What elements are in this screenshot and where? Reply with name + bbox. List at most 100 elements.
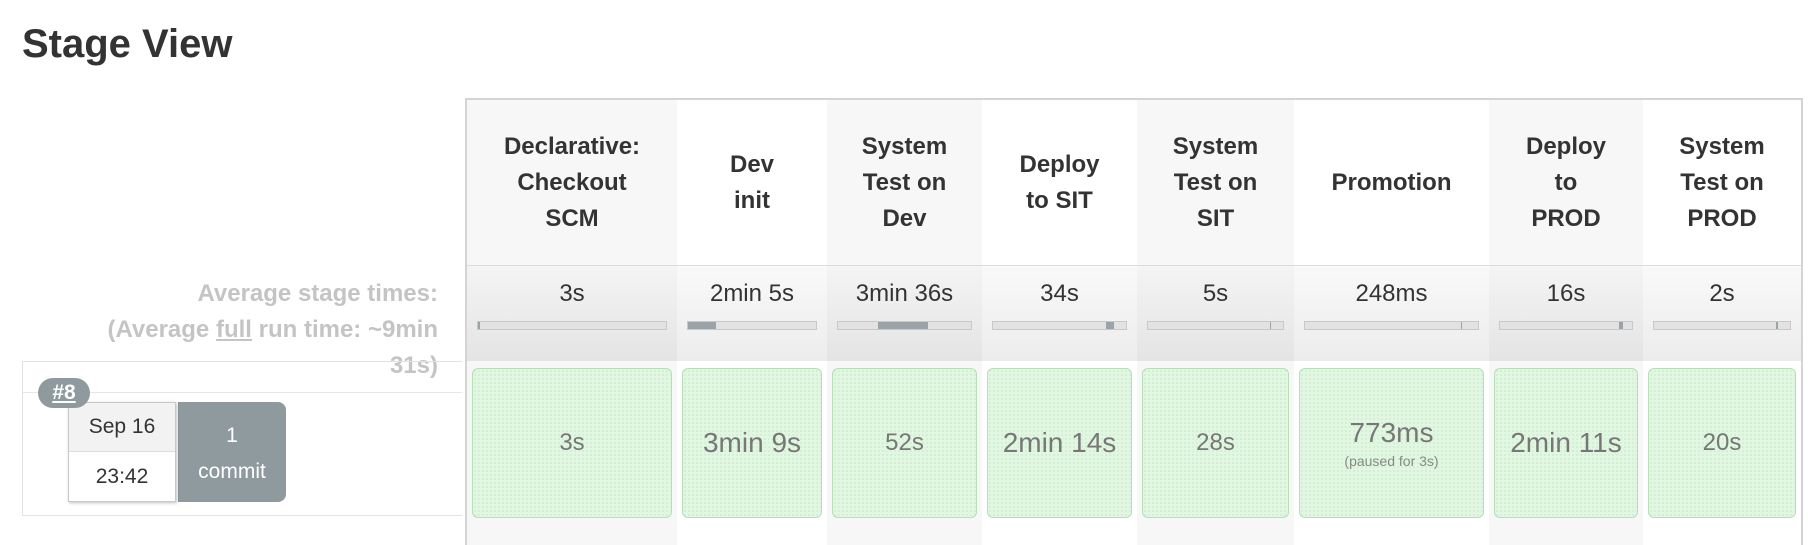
stage-average: 16s [1489,265,1643,361]
stage-name-line: PROD [1687,204,1757,232]
stage-average-progress-bar [1653,321,1791,330]
stage-result-cell[interactable]: 28s [1142,368,1289,518]
stage-name-line: SCM [545,204,599,232]
stage-name-line: Test on [862,168,947,196]
stage-name-line: System [1679,132,1765,160]
stage-view-page: Stage View Average stage times: (Average… [0,0,1814,545]
stage-name-line: System [861,132,948,160]
stage-result-cell[interactable]: 52s [832,368,977,518]
stage-name-line: Declarative: [503,132,641,160]
stage-column: Declarative: Checkout SCM 3s 3s [467,100,677,545]
stage-note: (paused for 3s) [1344,453,1439,469]
stage-result-cell[interactable]: 3s [472,368,672,518]
stage-duration: 3min 9s [702,427,802,458]
run-number-badge[interactable]: #8 [38,378,90,408]
stage-average-progress-fill [1460,322,1463,329]
stage-name-line: Checkout [517,168,627,196]
stage-name-line: to [1554,168,1578,196]
stage-name: System Test on Dev [862,129,947,237]
stage-column: System Test on SIT 5s 28s [1137,100,1294,545]
stage-name-line: Test on [1680,168,1764,196]
commit-count: 1 [226,424,238,447]
stage-name-line: Test on [1173,168,1258,196]
stage-average-progress-bar [992,321,1127,330]
stage-name-line: Dev [729,150,775,178]
stage-column: System Test on Dev 3min 36s 52s [827,100,982,545]
stage-header: Promotion [1294,100,1489,265]
stage-result-cell[interactable]: 2min 11s [1494,368,1638,518]
stage-header: Deploy to SIT [982,100,1137,265]
page-title: Stage View [22,22,233,66]
stage-average: 3min 36s [827,265,982,361]
stage-name-line: Dev [882,204,927,232]
stage-name-line: to SIT [1026,186,1093,214]
commit-count-button[interactable]: 1 commit [178,402,286,502]
stage-header: Declarative: Checkout SCM [467,100,677,265]
stage-duration: 2min 14s [1002,427,1117,458]
stage-column: System Test on PROD 2s 20s [1643,100,1801,545]
stage-average: 2min 5s [677,265,827,361]
stage-name: System Test on PROD [1679,129,1764,237]
stage-header: System Test on Dev [827,100,982,265]
stage-header: System Test on SIT [1137,100,1294,265]
stage-name-line: System [1172,132,1259,160]
full-run-time-link[interactable]: full [216,316,252,343]
stage-average-time: 2s [1709,280,1735,307]
stage-average-progress-fill [1618,322,1623,329]
stage-name-line: Deploy [1019,150,1100,178]
stage-table: Declarative: Checkout SCM 3s 3s Dev init 2min 5… [465,98,1803,545]
stage-result-cell[interactable]: 2min 14s [987,368,1132,518]
stage-average: 248ms [1294,265,1489,361]
stage-average-progress-fill [688,322,717,329]
stage-column: Deploy to SIT 34s 2min 14s [982,100,1137,545]
stage-average-progress-fill [478,322,480,329]
stage-average: 34s [982,265,1137,361]
stage-average-progress-fill [1106,322,1115,329]
stage-header: Deploy to PROD [1489,100,1643,265]
stage-name-line: PROD [1531,204,1601,232]
stage-duration: 52s [885,429,924,456]
stage-result-cell[interactable]: 20s [1648,368,1796,518]
stage-duration: 3s [559,429,585,456]
stage-average-progress-fill [877,322,929,329]
stage-average-time: 34s [1040,280,1079,307]
stage-duration: 20s [1702,429,1742,456]
stage-result-cell[interactable]: 773ms (paused for 3s) [1299,368,1484,518]
stage-name-line: init [734,186,770,214]
run-date-box[interactable]: Sep 16 23:42 [68,402,176,502]
stage-name: Promotion [1332,165,1452,201]
commit-label: commit [198,460,266,483]
avg-line-2: (Average full run time: ~9min [60,312,438,348]
stage-duration: 773ms [1349,417,1434,448]
stage-average-progress-bar [1147,321,1284,330]
avg-line-1: Average stage times: [197,280,438,307]
stage-name-line: Promotion [1331,168,1452,196]
stage-average-time: 5s [1202,280,1229,307]
stage-average-time: 2min 5s [709,280,795,307]
stage-header: System Test on PROD [1643,100,1801,265]
stage-duration: 28s [1196,429,1235,456]
stage-name-line: SIT [1196,204,1235,232]
stage-result-cell[interactable]: 3min 9s [682,368,822,518]
stage-average: 2s [1643,265,1801,361]
stage-column: Dev init 2min 5s 3min 9s [677,100,827,545]
stage-average-time: 3s [559,280,585,307]
stage-average-progress-bar [1304,321,1479,330]
avg-line-2-prefix: (Average [107,316,216,343]
stage-column: Deploy to PROD 16s 2min 11s [1489,100,1643,545]
stage-name: System Test on SIT [1173,129,1258,237]
stage-average-progress-bar [837,321,972,330]
stage-name: Dev init [730,147,774,219]
stage-average-time: 3min 36s [855,280,954,307]
stage-average-progress-bar [477,321,667,330]
run-time: 23:42 [95,465,149,488]
avg-line-2-suffix: run time: ~9min [251,316,438,343]
stage-average-progress-fill [1269,322,1271,329]
stage-average: 5s [1137,265,1294,361]
stage-name: Deploy to PROD [1526,129,1606,237]
stage-name: Declarative: Checkout SCM [504,129,640,237]
stage-name: Deploy to SIT [1019,147,1099,219]
stage-average-time: 16s [1546,280,1586,307]
stage-average-progress-bar [687,321,817,330]
stage-name-line: Deploy [1525,132,1606,160]
